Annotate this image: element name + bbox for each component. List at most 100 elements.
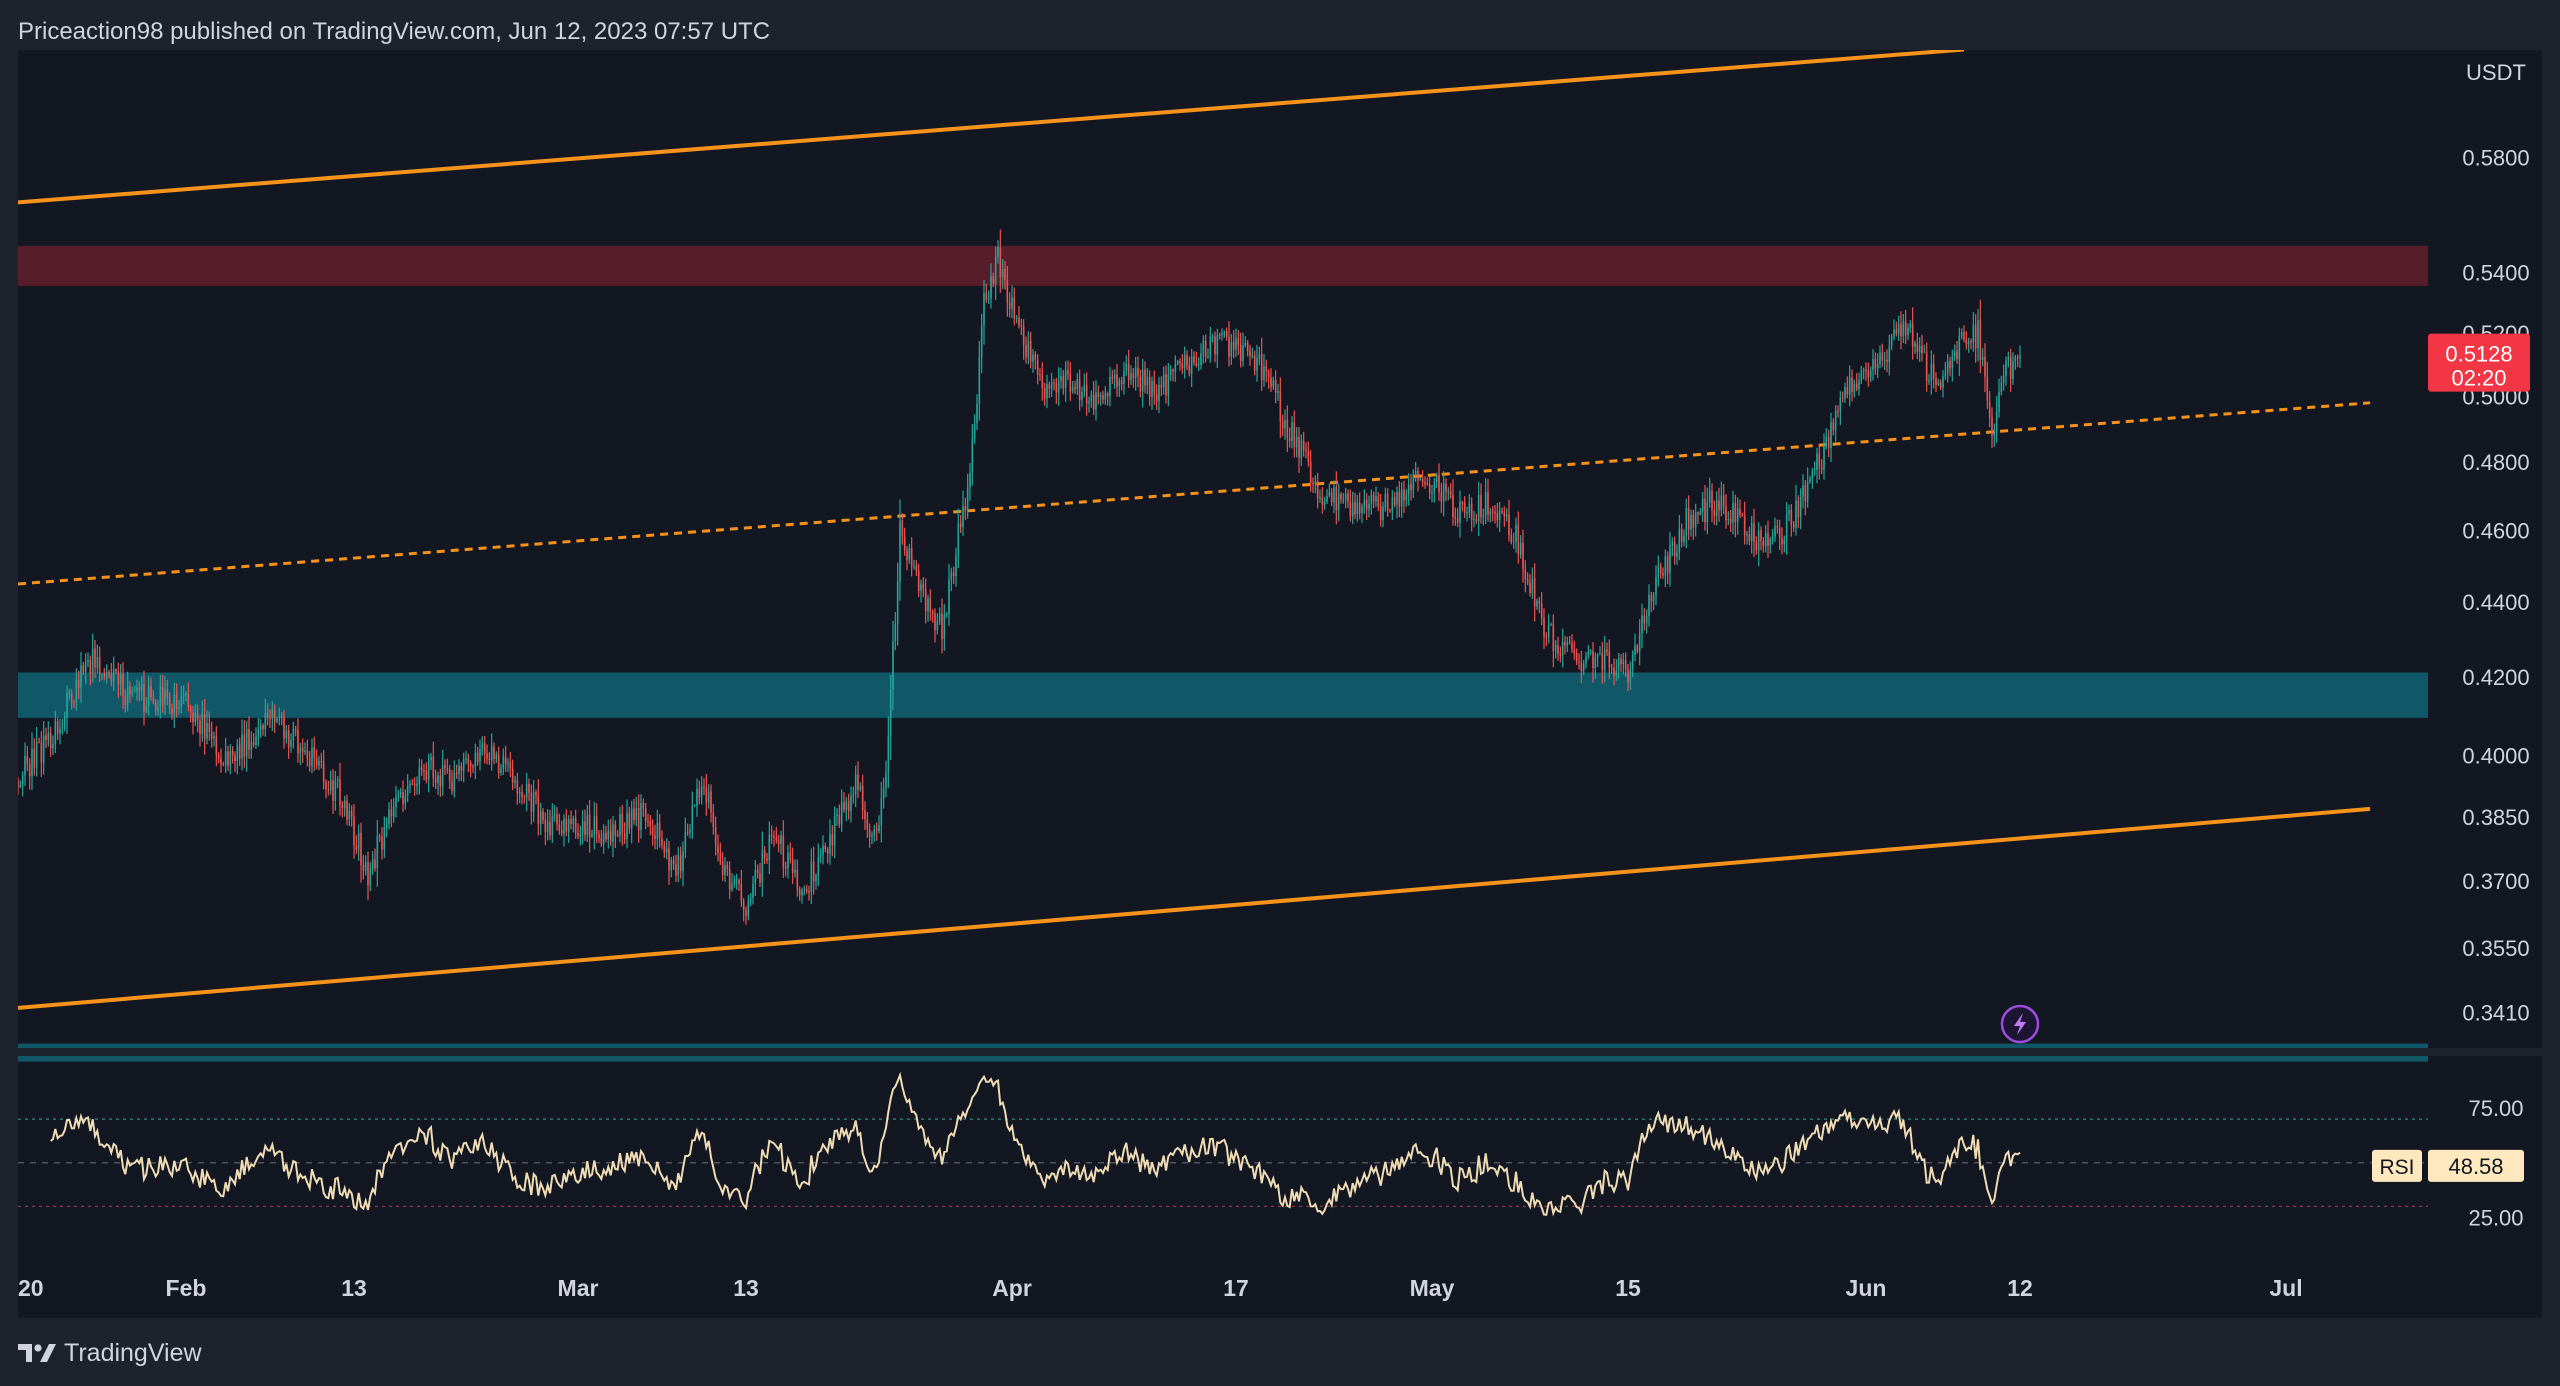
candle bbox=[1664, 549, 1667, 588]
candle bbox=[759, 862, 761, 887]
last-price-label[interactable]: 0.512802:20 bbox=[2428, 333, 2530, 392]
candle bbox=[780, 830, 782, 855]
footer-brand[interactable]: TradingView bbox=[18, 1336, 202, 1370]
candle bbox=[47, 721, 50, 747]
candle bbox=[1692, 509, 1695, 540]
candle bbox=[166, 679, 169, 706]
candle bbox=[1526, 572, 1529, 586]
candle bbox=[1538, 596, 1541, 614]
candle bbox=[418, 758, 421, 795]
candle bbox=[241, 719, 243, 771]
chart-panel[interactable]: USDT0.58000.54000.52000.50000.48000.4600… bbox=[18, 50, 2542, 1318]
candle bbox=[1382, 501, 1384, 528]
candle bbox=[1811, 468, 1814, 489]
time-tick-label: 15 bbox=[1615, 1275, 1641, 1301]
lightning-icon[interactable] bbox=[2000, 1004, 2040, 1044]
candle bbox=[1764, 524, 1767, 553]
candle bbox=[584, 809, 586, 841]
candle bbox=[665, 838, 668, 860]
candle bbox=[892, 620, 894, 711]
candle bbox=[1921, 334, 1923, 362]
candle bbox=[829, 819, 831, 865]
candle bbox=[1540, 592, 1543, 626]
candle bbox=[1179, 358, 1181, 371]
candle bbox=[1713, 500, 1716, 525]
rsi-value-tag[interactable]: RSI 48.58 bbox=[2372, 1149, 2524, 1182]
candle bbox=[1267, 369, 1270, 389]
candle bbox=[752, 875, 754, 905]
candle bbox=[910, 537, 913, 577]
candle bbox=[1872, 349, 1874, 381]
candle bbox=[1760, 526, 1762, 551]
candle bbox=[908, 543, 911, 564]
candle bbox=[1036, 354, 1039, 385]
candle bbox=[318, 755, 320, 771]
candle bbox=[805, 884, 808, 894]
rsi-line[interactable] bbox=[50, 1071, 2021, 1217]
candle bbox=[173, 682, 176, 728]
candle bbox=[250, 731, 253, 759]
candle bbox=[297, 718, 299, 763]
candle bbox=[798, 886, 801, 901]
candle bbox=[1886, 349, 1888, 373]
candle bbox=[1326, 489, 1328, 504]
channel-upper-line[interactable] bbox=[18, 50, 1965, 205]
candle bbox=[479, 739, 481, 771]
candle bbox=[1881, 343, 1884, 367]
candle bbox=[607, 819, 610, 849]
candle bbox=[1505, 508, 1508, 522]
candle bbox=[920, 579, 922, 603]
candle bbox=[1956, 341, 1958, 364]
chart-canvas[interactable]: USDT0.58000.54000.52000.50000.48000.4600… bbox=[18, 50, 2542, 1318]
candle bbox=[2019, 345, 2021, 368]
candle bbox=[108, 669, 110, 679]
support-zone[interactable] bbox=[18, 672, 2428, 718]
candle bbox=[686, 823, 689, 836]
candle bbox=[1645, 609, 1648, 634]
pane-separator[interactable] bbox=[18, 1048, 2542, 1056]
candle bbox=[1211, 333, 1214, 343]
candle bbox=[1771, 529, 1774, 545]
candle bbox=[119, 664, 122, 696]
candle bbox=[406, 774, 409, 802]
candle bbox=[1361, 503, 1363, 524]
candle bbox=[1662, 567, 1664, 579]
candle bbox=[1960, 328, 1963, 340]
candle bbox=[112, 656, 115, 691]
candle bbox=[1487, 478, 1489, 522]
candle bbox=[1823, 433, 1825, 480]
candle bbox=[581, 810, 584, 845]
candle bbox=[82, 661, 85, 676]
candle bbox=[927, 594, 929, 622]
candle bbox=[1599, 646, 1601, 655]
candle bbox=[1958, 327, 1961, 377]
candle bbox=[1944, 361, 1947, 380]
candle bbox=[812, 846, 815, 895]
candle bbox=[292, 721, 295, 749]
candle bbox=[91, 633, 94, 683]
candle bbox=[1200, 343, 1202, 370]
candle bbox=[1207, 348, 1209, 360]
candle bbox=[1421, 470, 1424, 488]
candle bbox=[1648, 584, 1650, 627]
candle bbox=[61, 718, 64, 735]
candle bbox=[896, 562, 899, 646]
candle bbox=[836, 808, 838, 826]
channel-lower-line[interactable] bbox=[18, 806, 2371, 1010]
candle bbox=[1977, 309, 1979, 362]
candle bbox=[735, 873, 738, 890]
candle bbox=[663, 840, 666, 858]
candle bbox=[1139, 369, 1142, 398]
candle bbox=[1578, 653, 1580, 670]
resistance-zone[interactable] bbox=[18, 245, 2428, 286]
channel-mid-line[interactable] bbox=[18, 401, 2371, 586]
candle bbox=[472, 764, 474, 773]
candle bbox=[1904, 309, 1907, 345]
candle bbox=[1951, 349, 1954, 382]
candle bbox=[1155, 384, 1158, 410]
candle bbox=[1312, 477, 1314, 493]
candle bbox=[1736, 497, 1739, 535]
candle bbox=[388, 802, 390, 830]
candle bbox=[1473, 510, 1475, 528]
candle bbox=[950, 567, 953, 592]
